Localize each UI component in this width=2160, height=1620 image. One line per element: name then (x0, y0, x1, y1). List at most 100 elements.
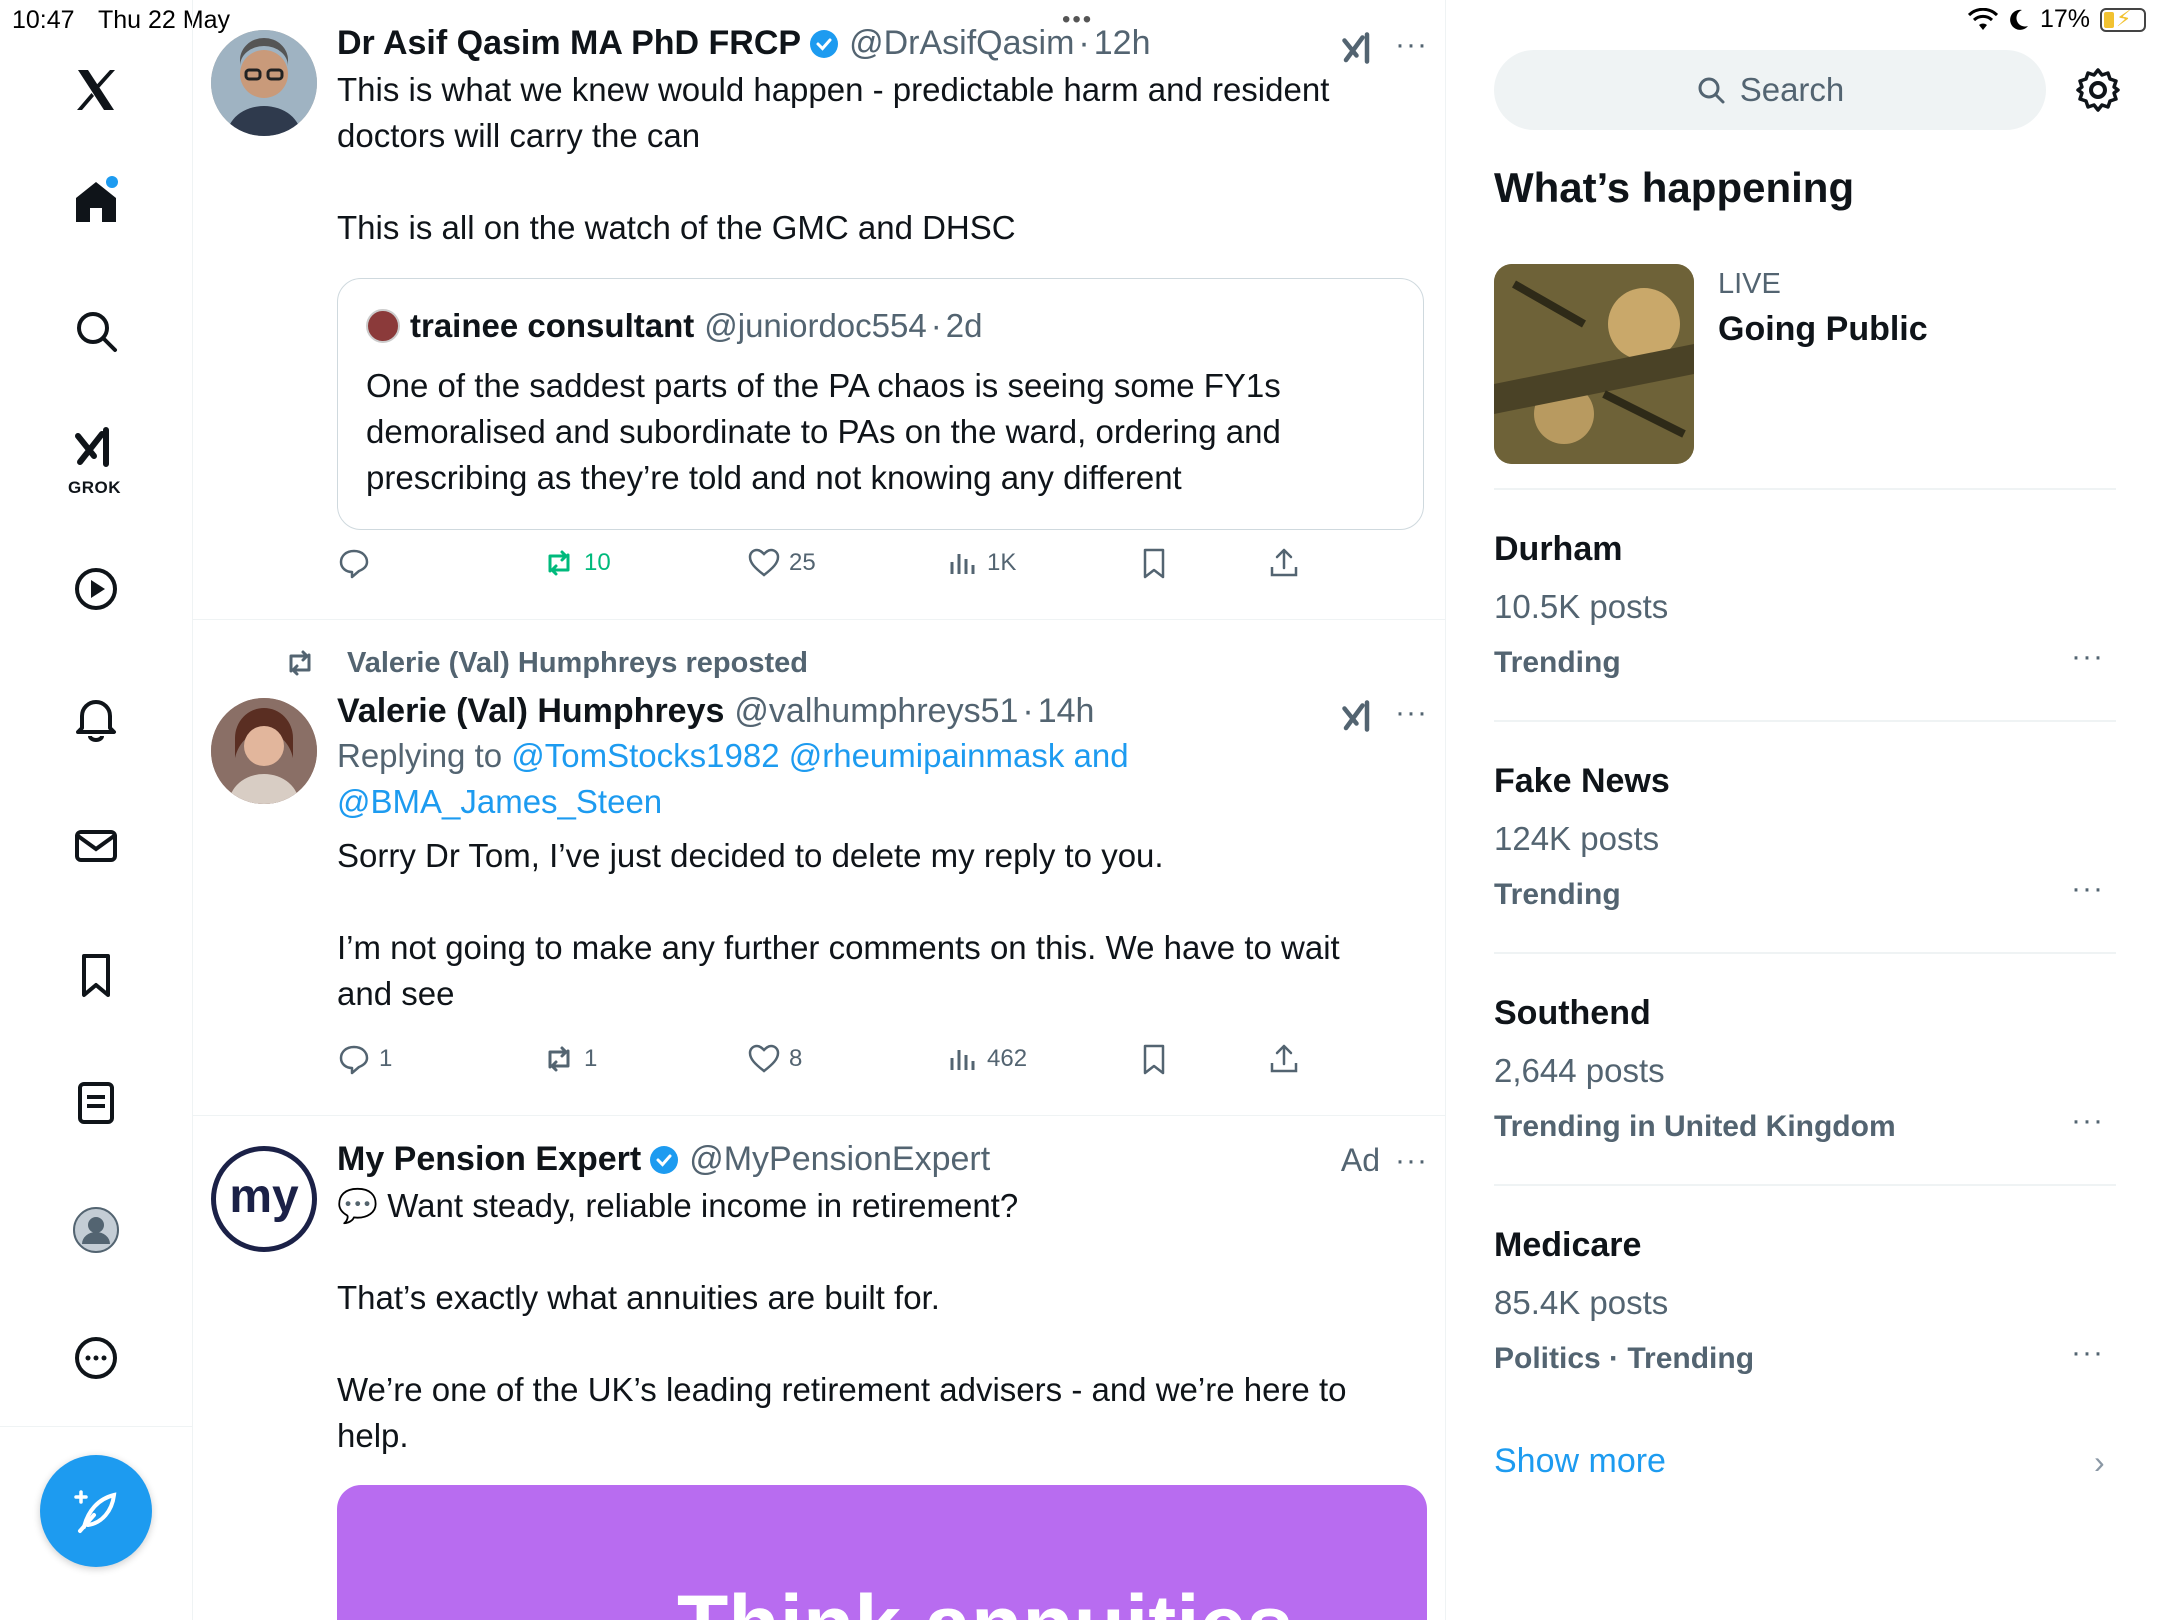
tweet-text-paragraph: Sorry Dr Tom, I’ve just decided to delet… (337, 837, 1164, 874)
replying-to: Replying to @TomStocks1982 @rheumipainma… (337, 733, 1197, 825)
author-name[interactable]: Dr Asif Qasim MA PhD FRCP (337, 24, 801, 63)
search-placeholder: Search (1739, 71, 1845, 108)
live-title[interactable]: Going Public (1718, 310, 1928, 349)
like-button[interactable]: 8 (747, 1042, 802, 1076)
tweet-text: Sorry Dr Tom, I’ve just decided to delet… (337, 833, 1377, 1017)
bookmarks-icon[interactable] (60, 939, 132, 1011)
chevron-right-icon[interactable]: › (2094, 1444, 2105, 1481)
author-handle[interactable]: @MyPensionExpert (689, 1140, 990, 1179)
divider (1494, 1184, 2116, 1186)
more-options-icon[interactable] (60, 1322, 132, 1394)
grok-explain-icon[interactable] (1340, 698, 1376, 734)
author-handle[interactable]: @DrAsifQasim (849, 24, 1074, 63)
avatar-logo-text: my (229, 1169, 299, 1223)
notifications-bell-icon[interactable] (60, 682, 132, 754)
trend-post-count: 2,644 posts (1494, 1052, 1665, 1089)
more-icon[interactable]: ··· (2071, 1104, 2104, 1138)
promo-headline: Think annuities (677, 1577, 1293, 1620)
more-icon[interactable]: ··· (1395, 1144, 1428, 1178)
tweet-actions: 1 1 8 462 (337, 1042, 1337, 1086)
verified-badge-icon (810, 29, 839, 58)
tweet-header: Valerie (Val) Humphreys @valhumphreys51 … (337, 692, 1095, 731)
repost-icon (548, 550, 570, 576)
views-button[interactable]: 462 (945, 1042, 1027, 1076)
video-play-icon[interactable] (60, 553, 132, 625)
profile-avatar-icon[interactable] (60, 1194, 132, 1266)
repost-icon (548, 1046, 570, 1072)
more-icon[interactable]: ··· (2071, 640, 2104, 674)
search-input[interactable]: Search (1494, 50, 2046, 130)
post-time[interactable]: 12h (1094, 24, 1151, 63)
tweet[interactable]: Dr Asif Qasim MA PhD FRCP @DrAsifQasim ·… (193, 0, 1445, 620)
more-icon[interactable]: ··· (1395, 28, 1428, 62)
view-count: 1K (987, 549, 1017, 576)
post-time[interactable]: 14h (1038, 692, 1095, 731)
trend-post-count: 124K posts (1494, 820, 1660, 857)
more-icon[interactable]: ··· (2071, 1336, 2104, 1370)
trend-meta: Politics · Trending (1494, 1342, 1755, 1375)
quoted-tweet[interactable]: trainee consultant @juniordoc554 · 2d On… (337, 278, 1424, 530)
tweet-text-paragraph: That’s exactly what annuities are built … (337, 1279, 940, 1316)
grok-label: GROK (68, 478, 121, 497)
repost-count: 1 (584, 1045, 598, 1072)
compose-post-button[interactable] (40, 1455, 152, 1567)
tweet-header: Dr Asif Qasim MA PhD FRCP @DrAsifQasim ·… (337, 24, 1151, 63)
avatar[interactable]: my (211, 1146, 317, 1252)
trend-post-count: 10.5K posts (1494, 588, 1669, 625)
notification-dot (106, 176, 118, 188)
whats-happening-title: What’s happening (1494, 164, 1855, 211)
share-button[interactable] (1267, 546, 1301, 580)
like-count: 25 (789, 549, 816, 576)
views-button[interactable]: 1K (945, 546, 1016, 580)
bookmark-button[interactable] (1137, 546, 1171, 580)
like-count: 8 (789, 1045, 803, 1072)
x-logo-icon[interactable] (60, 54, 132, 126)
trend-meta: Trending (1494, 646, 1621, 679)
repost-button[interactable]: 10 (542, 546, 611, 580)
bookmark-button[interactable] (1137, 1042, 1171, 1076)
grok-explain-icon[interactable] (1340, 30, 1376, 66)
home-icon[interactable] (60, 166, 132, 238)
avatar[interactable] (211, 698, 317, 804)
share-button[interactable] (1267, 1042, 1301, 1076)
trend-item[interactable]: Fake News 124K posts Trending ··· (1494, 762, 2116, 942)
author-name[interactable]: My Pension Expert (337, 1140, 641, 1179)
trend-item[interactable]: Southend 2,644 posts Trending in United … (1494, 994, 2116, 1174)
search-icon[interactable] (60, 295, 132, 367)
quoted-avatar (366, 309, 400, 343)
reply-button[interactable]: 1 (337, 1042, 392, 1076)
author-handle[interactable]: @valhumphreys51 (734, 692, 1018, 731)
like-button[interactable]: 25 (747, 546, 816, 580)
more-icon[interactable]: ··· (1395, 696, 1428, 730)
live-thumbnail[interactable] (1494, 264, 1694, 464)
trend-item[interactable]: Durham 10.5K posts Trending ··· (1494, 530, 2116, 710)
reply-icon (339, 1045, 369, 1075)
quoted-author-name: trainee consultant (410, 307, 695, 344)
tweet-body: Valerie (Val) Humphreys @valhumphreys51 … (337, 692, 1430, 1017)
replying-to-label: Replying to (337, 737, 503, 774)
analytics-bars-icon (950, 554, 975, 574)
trend-item[interactable]: Medicare 85.4K posts Politics · Trending… (1494, 1226, 2116, 1406)
trend-name: Southend (1494, 994, 1651, 1032)
promo-image-card[interactable]: Think annuities (337, 1485, 1427, 1620)
tweet-body: Dr Asif Qasim MA PhD FRCP @DrAsifQasim ·… (337, 24, 1430, 251)
avatar[interactable] (211, 30, 317, 136)
author-name[interactable]: Valerie (Val) Humphreys (337, 692, 724, 731)
lists-icon[interactable] (60, 1067, 132, 1139)
left-navigation: GROK (0, 0, 193, 1620)
settings-gear-icon[interactable] (2074, 66, 2122, 114)
quoted-post-time: 2d (945, 307, 983, 344)
messages-envelope-icon[interactable] (60, 810, 132, 882)
search-icon (1698, 77, 1725, 104)
tweet[interactable]: Valerie (Val) Humphreys reposted Valerie… (193, 620, 1445, 1116)
repost-button[interactable]: 1 (542, 1042, 597, 1076)
show-more-link[interactable]: Show more (1494, 1442, 1666, 1481)
reply-button[interactable] (337, 546, 371, 580)
repost-by-label[interactable]: Valerie (Val) Humphreys reposted (347, 647, 808, 680)
verified-badge-icon (650, 1145, 679, 1174)
trend-meta: Trending (1494, 878, 1621, 911)
more-icon[interactable]: ··· (2071, 872, 2104, 906)
timeline-feed: Dr Asif Qasim MA PhD FRCP @DrAsifQasim ·… (193, 0, 1446, 1620)
analytics-bars-icon (950, 1050, 975, 1070)
grok-icon[interactable] (60, 412, 132, 484)
